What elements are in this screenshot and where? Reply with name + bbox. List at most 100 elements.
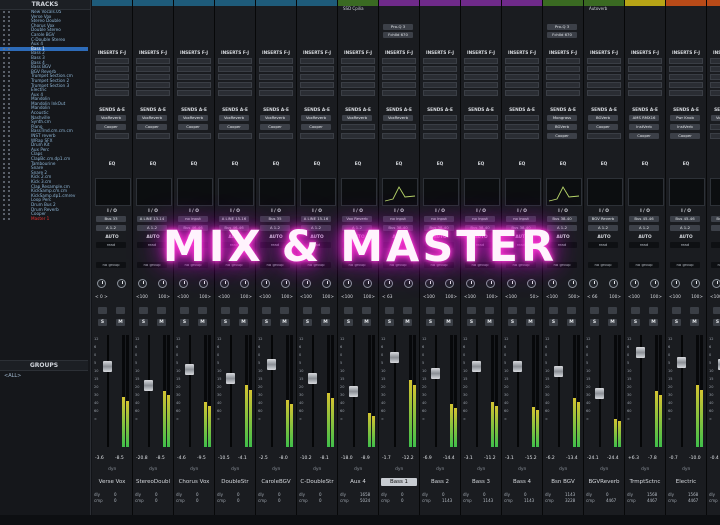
insert-slot[interactable] (382, 82, 416, 88)
insert-slot[interactable] (628, 66, 662, 72)
send-slot[interactable]: Cooper (588, 124, 618, 130)
send-slot[interactable]: VoxReverb (260, 115, 290, 121)
pan-knob-right[interactable] (445, 279, 454, 288)
pan-knob[interactable] (97, 279, 106, 288)
insert-slot[interactable] (710, 66, 720, 72)
insert-slot[interactable] (587, 66, 621, 72)
insert-slot[interactable] (341, 58, 375, 64)
insert-slot[interactable] (136, 74, 170, 80)
insert-slot[interactable] (136, 58, 170, 64)
send-slot[interactable]: Cooper (629, 133, 659, 139)
track-visible-icon[interactable] (3, 185, 5, 188)
solo-button[interactable]: S (508, 319, 517, 326)
track-visible-icon[interactable] (3, 194, 5, 197)
track-active-icon[interactable] (8, 158, 10, 160)
insert-slot[interactable] (259, 82, 293, 88)
input-monitor-button[interactable] (116, 307, 125, 314)
eq-graph[interactable] (628, 178, 664, 206)
send-slot[interactable]: Cooper (178, 124, 208, 130)
insert-slot[interactable] (341, 74, 375, 80)
send-slot[interactable] (423, 115, 457, 121)
send-slot[interactable]: VoxReverb (96, 115, 126, 121)
send-slot[interactable] (505, 115, 539, 121)
input-monitor-button[interactable] (690, 307, 699, 314)
insert-slot[interactable] (136, 90, 170, 96)
insert-slot[interactable] (587, 58, 621, 64)
volume-fader[interactable] (349, 386, 358, 397)
send-slot[interactable]: VoxReverb (711, 115, 720, 121)
volume-fader[interactable] (472, 361, 481, 373)
track-list-item[interactable]: Master 1 (0, 216, 88, 222)
send-slot[interactable]: Cooper (96, 124, 126, 130)
insert-plugin[interactable]: Pro-Q 3 (383, 24, 413, 30)
track-active-icon[interactable] (8, 208, 10, 211)
volume-fader[interactable] (267, 359, 276, 371)
input-monitor-button[interactable] (362, 307, 371, 314)
input-monitor-button[interactable] (403, 307, 412, 314)
track-visible-icon[interactable] (3, 107, 5, 110)
insert-slot[interactable] (710, 58, 720, 64)
insert-slot[interactable] (218, 82, 252, 88)
pan-knob[interactable] (630, 279, 639, 288)
volume-fader[interactable] (677, 356, 686, 368)
input-monitor-button[interactable] (239, 307, 248, 314)
plugin-slot-label[interactable]: Autoverb (589, 6, 607, 11)
solo-button[interactable]: S (467, 319, 476, 326)
eq-graph[interactable] (669, 178, 705, 206)
track-visible-icon[interactable] (3, 180, 5, 183)
track-visible-icon[interactable] (3, 89, 5, 92)
track-visible-icon[interactable] (3, 153, 5, 156)
input-monitor-button[interactable] (526, 307, 535, 314)
insert-slot[interactable] (341, 82, 375, 88)
record-button[interactable] (180, 307, 189, 314)
insert-slot[interactable] (423, 74, 457, 80)
pan-knob[interactable] (384, 279, 393, 288)
send-slot[interactable] (464, 115, 498, 121)
pan-knob[interactable] (671, 279, 680, 288)
track-visible-icon[interactable] (3, 98, 5, 101)
insert-slot[interactable] (505, 82, 539, 88)
pan-knob-right[interactable] (568, 279, 577, 288)
insert-slot[interactable] (464, 90, 498, 96)
track-name-button[interactable]: Bsn BGV (545, 478, 581, 486)
insert-slot[interactable] (341, 90, 375, 96)
pan-knob-right[interactable] (650, 279, 659, 288)
volume-fader[interactable] (144, 380, 153, 392)
insert-slot[interactable] (464, 66, 498, 72)
send-slot[interactable] (505, 133, 539, 139)
insert-slot[interactable] (300, 58, 334, 64)
insert-slot[interactable] (218, 66, 252, 72)
insert-slot[interactable] (505, 58, 539, 64)
track-name-button[interactable]: Bass 3 (463, 478, 499, 486)
track-active-icon[interactable] (8, 135, 10, 138)
send-slot[interactable]: VoxReverb (137, 115, 167, 121)
track-active-icon[interactable] (8, 213, 10, 216)
record-button[interactable] (549, 307, 558, 314)
insert-slot[interactable] (587, 90, 621, 96)
solo-button[interactable]: S (180, 319, 189, 326)
insert-slot[interactable] (628, 58, 662, 64)
track-active-icon[interactable] (8, 47, 10, 50)
mute-button[interactable]: M (608, 319, 617, 326)
solo-button[interactable]: S (221, 319, 230, 326)
volume-fader[interactable] (431, 368, 440, 380)
track-visible-icon[interactable] (3, 33, 5, 36)
track-visible-icon[interactable] (3, 112, 5, 115)
solo-button[interactable]: S (426, 319, 435, 326)
insert-slot[interactable] (341, 66, 375, 72)
insert-slot[interactable] (177, 74, 211, 80)
send-slot[interactable] (218, 133, 252, 139)
insert-slot[interactable] (259, 66, 293, 72)
insert-slot[interactable] (669, 74, 703, 80)
track-active-icon[interactable] (8, 112, 10, 115)
track-active-icon[interactable] (8, 52, 10, 55)
insert-slot[interactable] (95, 66, 129, 72)
volume-value[interactable]: -0.4 (710, 456, 720, 461)
pan-knob-right[interactable] (322, 279, 331, 288)
track-active-icon[interactable] (8, 162, 10, 165)
send-slot[interactable]: VoxReverb (178, 115, 208, 121)
pan-knob-right[interactable] (609, 279, 618, 288)
track-visible-icon[interactable] (3, 203, 5, 206)
insert-slot[interactable] (300, 66, 334, 72)
pan-knob-right[interactable] (117, 279, 126, 288)
